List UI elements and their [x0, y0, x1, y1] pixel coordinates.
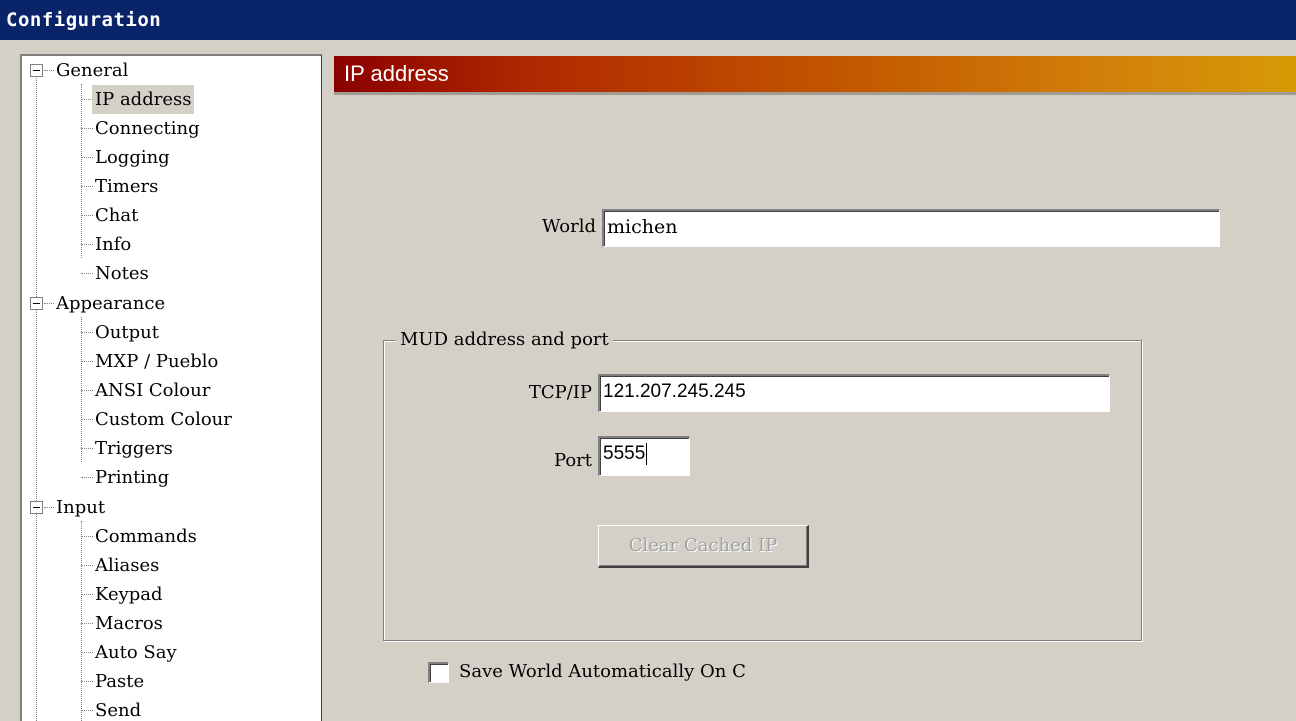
tree-item-ansi-colour[interactable]: ANSI Colour — [22, 376, 321, 405]
tree-group-label: General — [56, 60, 129, 81]
tcpip-label: TCP/IP — [528, 382, 592, 403]
world-label: World — [542, 216, 596, 237]
tree-item-label: Macros — [95, 613, 163, 634]
tree-item-mxp-pueblo[interactable]: MXP / Pueblo — [22, 347, 321, 376]
window-title: Configuration — [0, 0, 1296, 40]
tree-item-commands[interactable]: Commands — [22, 522, 321, 551]
port-input[interactable]: 5555 — [598, 436, 690, 476]
tree-item-paste[interactable]: Paste — [22, 667, 321, 696]
tree-item-chat[interactable]: Chat — [22, 201, 321, 230]
collapse-icon[interactable] — [30, 297, 43, 310]
tree-item-logging[interactable]: Logging — [22, 143, 321, 172]
tree-item-label: Keypad — [95, 584, 163, 605]
collapse-icon[interactable] — [30, 501, 43, 514]
tree-group-appearance[interactable]: Appearance — [22, 289, 321, 318]
tree-item-keypad[interactable]: Keypad — [22, 580, 321, 609]
tree-group-general[interactable]: General — [22, 56, 321, 85]
tree-item-printing[interactable]: Printing — [22, 463, 321, 492]
tcpip-input[interactable]: 121.207.245.245 — [598, 374, 1110, 412]
tree-item-label: Aliases — [95, 555, 160, 576]
tree-item-label: Send — [95, 700, 142, 721]
tree-item-label: Custom Colour — [95, 409, 232, 430]
tree-item-macros[interactable]: Macros — [22, 609, 321, 638]
banner-divider — [334, 92, 1296, 95]
world-input[interactable]: michen — [602, 209, 1220, 247]
tree-item-notes[interactable]: Notes — [22, 259, 321, 288]
tree-group-input[interactable]: Input — [22, 493, 321, 522]
tree-item-label: Printing — [95, 467, 170, 488]
tree-item-label: Chat — [95, 205, 139, 226]
tree-item-ip-address[interactable]: IP address — [22, 85, 321, 114]
tree-group-label: Appearance — [56, 293, 166, 314]
tree-item-aliases[interactable]: Aliases — [22, 551, 321, 580]
tree-item-triggers[interactable]: Triggers — [22, 434, 321, 463]
tree-item-auto-say[interactable]: Auto Say — [22, 638, 321, 667]
collapse-icon[interactable] — [30, 64, 43, 77]
tree-item-label: ANSI Colour — [95, 380, 211, 401]
tree-item-output[interactable]: Output — [22, 318, 321, 347]
tree-item-label: Connecting — [95, 118, 200, 139]
tree-item-send[interactable]: Send — [22, 696, 321, 721]
group-title: MUD address and port — [396, 328, 613, 352]
tree-item-label: Notes — [95, 263, 149, 284]
tree-item-info[interactable]: Info — [22, 230, 321, 259]
save-world-label[interactable]: Save World Automatically On C — [459, 658, 746, 686]
tree-item-label: Logging — [95, 147, 170, 168]
port-value: 5555 — [603, 443, 646, 464]
config-tree[interactable]: General IP address Connecting Logging Ti… — [20, 54, 322, 721]
tree-item-label: Timers — [95, 176, 159, 197]
tree-item-label: Commands — [95, 526, 197, 547]
page-banner: IP address — [334, 56, 1296, 92]
tree-item-custom-colour[interactable]: Custom Colour — [22, 405, 321, 434]
tree-item-label: Triggers — [95, 438, 173, 459]
tree-item-label: IP address — [92, 85, 195, 114]
tree-item-label: Auto Say — [95, 642, 177, 663]
tree-group-label: Input — [56, 497, 106, 518]
text-caret — [646, 442, 648, 465]
clear-cached-ip-button[interactable]: Clear Cached IP — [598, 525, 809, 568]
port-label: Port — [553, 450, 592, 471]
tree-item-label: Output — [95, 322, 159, 343]
tree-item-connecting[interactable]: Connecting — [22, 114, 321, 143]
tree-item-label: Info — [95, 234, 132, 255]
save-world-checkbox[interactable] — [428, 662, 449, 683]
tree-item-label: Paste — [95, 671, 145, 692]
tree-item-label: MXP / Pueblo — [95, 351, 219, 372]
tree-item-timers[interactable]: Timers — [22, 172, 321, 201]
